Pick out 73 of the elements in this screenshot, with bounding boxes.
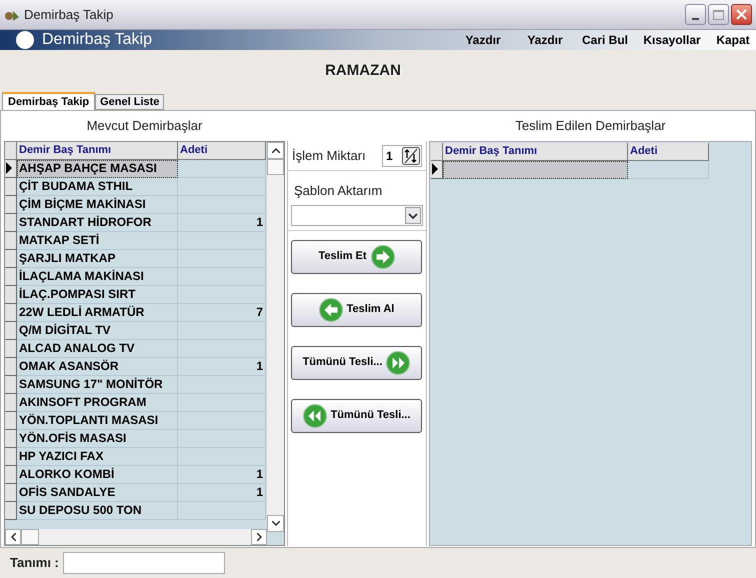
caret-left-icon [10, 533, 16, 541]
spin-icon [402, 146, 420, 164]
caret-up-icon [272, 148, 280, 153]
column-header: Adeti [178, 142, 266, 160]
quantity-label: İşlem Miktarı [292, 146, 366, 165]
table-cell: ÇİT BUDAMA STHIL [17, 178, 178, 196]
action-button[interactable]: Tümünü Tesli... [291, 346, 422, 380]
scroll-up-button[interactable] [267, 142, 284, 159]
table-cell: İLAÇ.POMPASI SIRT [17, 286, 178, 304]
template-dropdown[interactable] [291, 204, 423, 226]
table-cell: 1 [178, 466, 266, 484]
table-cell: 1 [178, 484, 266, 502]
table-cell: YÖN.TOPLANTI MASASI [17, 412, 178, 430]
field-label: Tanımı : [10, 554, 59, 572]
column-header: Adeti [628, 142, 709, 161]
scroll-right-button[interactable] [251, 529, 267, 545]
table-cell: ŞARJLI MATKAP [17, 250, 178, 268]
table-cell: SAMSUNG 17" MONİTÖR [17, 376, 178, 394]
dropdown-icon [405, 206, 421, 224]
table-cell: STANDART HİDROFOR [17, 214, 178, 232]
table-cell: 7 [178, 304, 266, 322]
menu-item[interactable]: Yazdır [452, 31, 514, 49]
table-cell: 1 [178, 358, 266, 376]
description-field[interactable] [62, 552, 225, 574]
close-icon [736, 9, 747, 20]
scroll-thumb[interactable] [21, 529, 39, 545]
action-button[interactable]: Tümünü Tesli... [291, 398, 422, 432]
header-title: Demirbaş Takip [42, 30, 152, 50]
scroll-left-button[interactable] [5, 529, 21, 545]
menu-item[interactable]: Yazdır [514, 31, 576, 49]
menu-item[interactable]: Cari Bul [576, 31, 634, 49]
row-indicator[interactable] [5, 160, 17, 178]
tab[interactable]: Demirbaş Takip [2, 92, 96, 110]
header-corner [5, 142, 17, 160]
table-cell: ÇİM BİÇME MAKİNASI [17, 196, 178, 214]
table-cell: ALCAD ANALOG TV [17, 340, 178, 358]
tab[interactable]: Genel Liste [95, 94, 164, 110]
template-label: Şablon Aktarım [294, 182, 384, 200]
minimize-button[interactable] [685, 4, 706, 25]
scroll-thumb[interactable] [267, 158, 284, 175]
table-cell: SU DEPOSU 500 TON [17, 502, 178, 520]
user-name: RAMAZAN [325, 60, 401, 81]
table-cell: HP YAZICI FAX [17, 448, 178, 466]
table-cell: 22W LEDLİ ARMATÜR [17, 304, 178, 322]
window-title: Demirbaş Takip [24, 6, 114, 24]
row-pointer-icon [431, 163, 439, 176]
table-cell: İLAÇLAMA MAKİNASI [17, 268, 178, 286]
table-cell: AHŞAP BAHÇE MASASI [17, 160, 178, 178]
action-button[interactable]: Teslim Al [291, 292, 422, 326]
menu-item[interactable]: Kısayollar [634, 31, 710, 49]
panel-heading: Mevcut Demirbaşlar [86, 117, 204, 136]
row-indicator[interactable] [431, 160, 443, 179]
menu-item[interactable]: Kapat [710, 31, 756, 49]
column-header: Demir Baş Tanımı [17, 142, 178, 160]
panel-heading: Teslim Edilen Demirbaşlar [514, 117, 667, 136]
logo-icon [16, 31, 34, 49]
header-corner [431, 142, 443, 161]
scroll-down-button[interactable] [267, 514, 284, 532]
caret-down-icon [272, 520, 280, 526]
table-cell: MATKAP SETİ [17, 232, 178, 250]
table-cell: YÖN.OFİS MASASI [17, 430, 178, 448]
table-cell: ALORKO KOMBİ [17, 466, 178, 484]
table-cell: OFİS SANDALYE [17, 484, 178, 502]
column-header: Demir Baş Tanımı [443, 142, 628, 161]
table-cell: OMAK ASANSÖR [17, 358, 178, 376]
row-pointer-icon [5, 162, 13, 174]
table-cell: AKINSOFT PROGRAM [17, 394, 178, 412]
table-cell: 1 [178, 214, 266, 232]
action-button[interactable]: Teslim Et [291, 240, 422, 274]
caret-right-icon [256, 533, 262, 541]
close-button[interactable] [731, 4, 752, 25]
quantity-spinner[interactable]: 1 [382, 144, 422, 166]
table-cell: Q/M DİGİTAL TV [17, 322, 178, 340]
